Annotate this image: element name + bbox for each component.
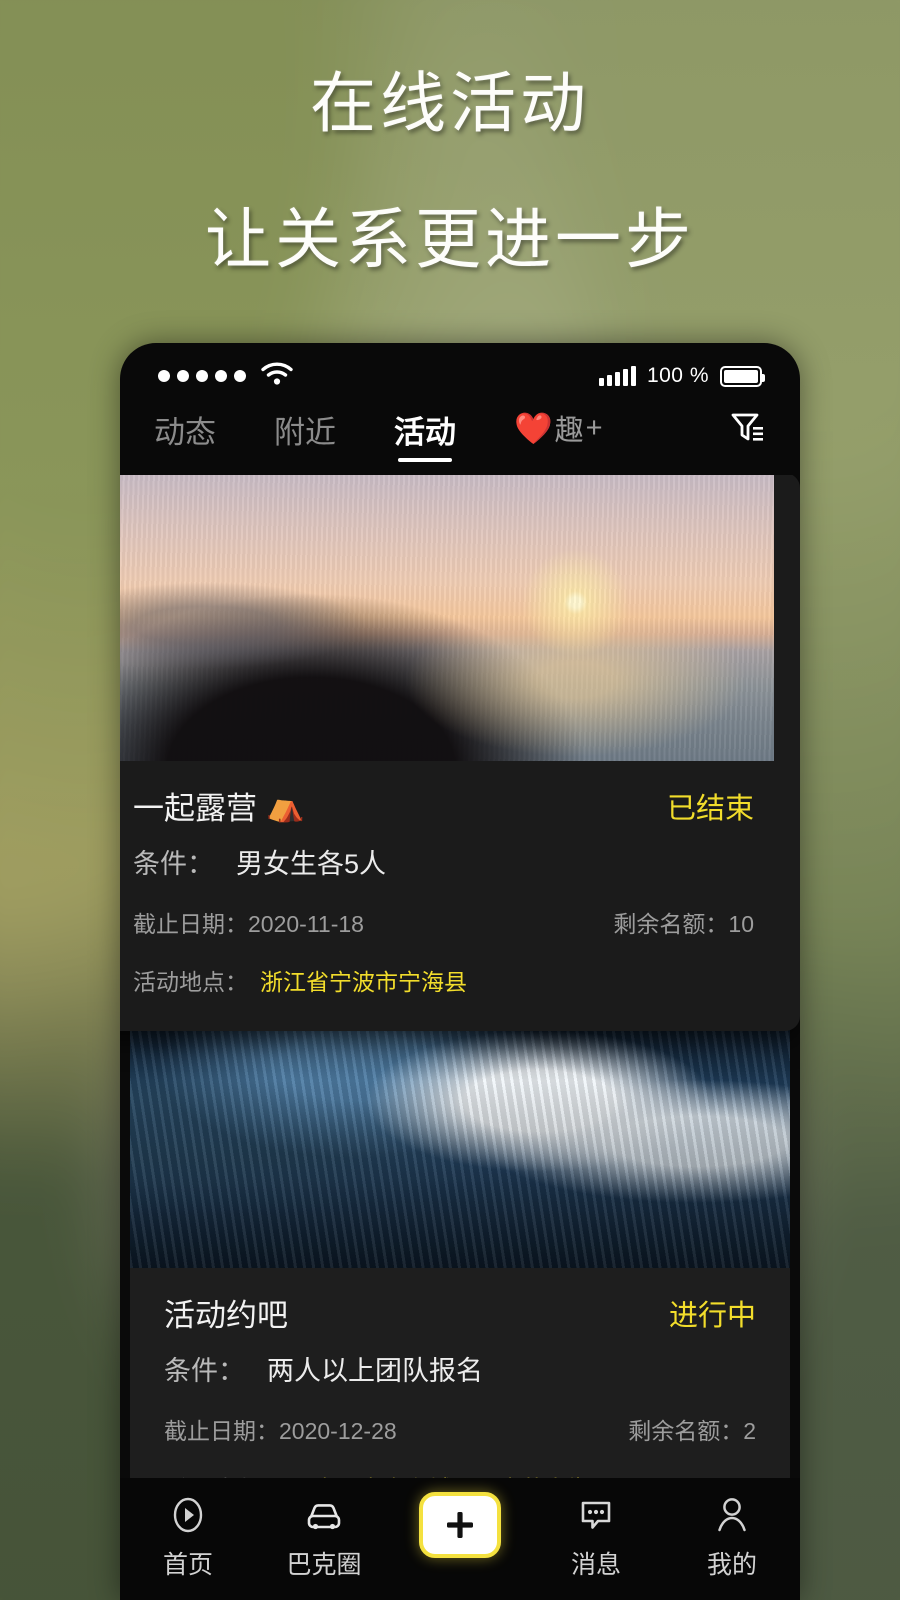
signal-dots-icon [158,370,246,382]
location-label: 活动地点： [133,969,248,995]
bottom-tab-add[interactable] [392,1492,528,1565]
status-bar-left [158,361,294,391]
location-value[interactable]: 浙江省宁波市宁海县 [260,963,467,997]
deadline-group: 截止日期：2020-12-28 [164,1412,397,1446]
card-title-row: 一起露营 ⛺ 已结束 [133,783,754,828]
deadline-label: 截止日期： [164,1418,279,1444]
card-body: 一起露营 ⛺ 已结束 条件： 男女生各5人 截止日期：2020-11-18 剩余… [120,761,800,1031]
condition-label: 条件： [164,1356,245,1386]
condition-value: 两人以上团队报名 [267,1356,483,1386]
person-icon [712,1492,752,1538]
card-condition-row: 条件： 男女生各5人 [133,842,754,881]
bottom-tab-home[interactable]: 首页 [120,1492,256,1581]
battery-percent-label: 100 % [646,364,709,387]
deadline-value: 2020-12-28 [279,1418,397,1444]
sunset-sea-photo [120,475,774,761]
bottom-tab-messages[interactable]: 消息 [528,1492,664,1581]
activity-feed[interactable]: 一起露营 ⛺ 已结束 条件： 男女生各5人 截止日期：2020-11-18 剩余… [120,475,800,1600]
remaining-value: 2 [743,1418,756,1444]
card-title-text: 一起露营 [133,791,257,826]
hero-headline-line2: 让关系更进一步 [205,201,695,278]
tab-fun-plus: + [585,411,603,444]
activity-card-featured[interactable]: 一起露营 ⛺ 已结束 条件： 男女生各5人 截止日期：2020-11-18 剩余… [120,475,800,1031]
remaining-value: 10 [728,911,754,937]
hero-headline-line1: 在线活动 [310,65,590,142]
tab-fun[interactable]: ❤️ 趣 + [514,407,603,449]
tab-dongtai[interactable]: 动态 [154,407,216,464]
car-icon [301,1492,347,1538]
heart-icon: ❤️ [514,410,553,446]
remaining-label: 剩余名额： [613,911,729,937]
top-tab-bar: 动态 附近 活动 ❤️ 趣 + [120,403,800,475]
bottom-tab-label: 消息 [570,1551,621,1579]
card-title: 活动约吧 [164,1290,288,1335]
bottom-tab-bakequan[interactable]: 巴克圈 [256,1492,392,1581]
filter-funnel-icon[interactable] [728,407,766,452]
deadline-value: 2020-11-18 [248,911,364,937]
activity-card-2[interactable]: 活动约吧 进行中 条件： 两人以上团队报名 截止日期：2020-12-28 剩余… [130,980,790,1534]
tab-huodong[interactable]: 活动 [394,407,456,464]
play-circle-icon [167,1492,209,1538]
bottom-tab-profile[interactable]: 我的 [664,1492,800,1581]
card-condition-row: 条件： 两人以上团队报名 [164,1349,756,1388]
bottom-tab-label: 首页 [162,1551,213,1579]
status-badge: 进行中 [668,1299,756,1332]
remaining-group: 剩余名额：10 [613,905,754,939]
card-title-text: 活动约吧 [164,1298,288,1333]
tab-fujin[interactable]: 附近 [274,407,336,464]
remaining-label: 剩余名额： [628,1418,744,1444]
bottom-tab-label: 巴克圈 [286,1551,362,1579]
plus-icon[interactable] [419,1492,501,1558]
bottom-tab-label: 我的 [706,1551,757,1579]
battery-full-icon [720,365,765,387]
status-badge: 已结束 [666,792,754,825]
status-bar-right: 100 % [598,364,765,388]
status-bar: 100 % [120,343,800,403]
tab-fun-label: 趣 [554,415,584,447]
card-meta-row: 截止日期：2020-11-18 剩余名额：10 [133,905,754,939]
wifi-icon [260,361,294,391]
phone-mockup: 100 % 动态 附近 活动 ❤️ 趣 + 一起露营 ⛺ 已结束 条件： 男女生… [120,343,800,1600]
remaining-group: 剩余名额：2 [628,1412,756,1446]
tent-icon: ⛺ [266,788,305,823]
card-location-row: 活动地点： 浙江省宁波市宁海县 [133,963,754,997]
chat-bubble-icon [575,1492,617,1538]
card-title-row: 活动约吧 进行中 [164,1290,756,1335]
card-title: 一起露营 ⛺ [133,783,305,828]
deadline-label: 截止日期： [133,911,248,937]
card-meta-row: 截止日期：2020-12-28 剩余名额：2 [164,1412,756,1446]
cellular-bars-icon [598,366,636,386]
bottom-tab-bar: 首页 巴克圈 消息 我的 [120,1478,800,1600]
condition-label: 条件： [133,849,214,879]
deadline-group: 截止日期：2020-11-18 [133,905,364,939]
condition-value: 男女生各5人 [236,849,387,879]
